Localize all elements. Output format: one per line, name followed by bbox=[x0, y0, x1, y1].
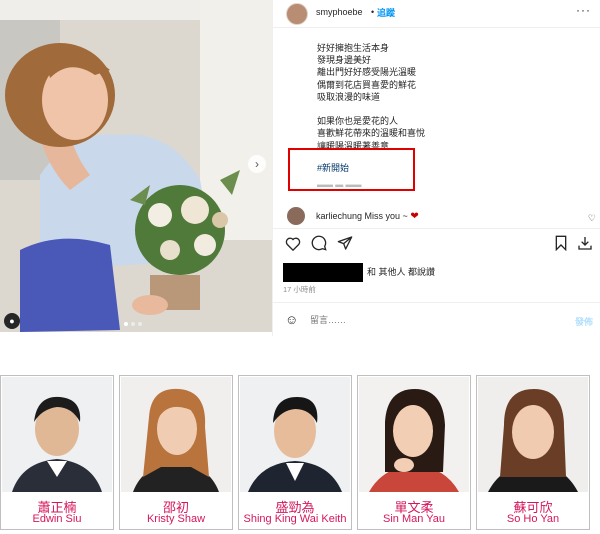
user-tag-icon[interactable]: ● bbox=[4, 313, 20, 329]
post-timestamp[interactable]: 17 小時前 bbox=[283, 284, 316, 295]
comment-text: Miss you ~ bbox=[364, 211, 408, 221]
caption-line: 喜歡鮮花帶來的溫暖和喜悅 bbox=[317, 128, 426, 139]
cast-portrait bbox=[121, 377, 231, 492]
cast-portrait bbox=[240, 377, 350, 492]
likes-line: 和 其他人 都說讚 bbox=[283, 263, 435, 282]
cast-name-english: Shing King Wai Keith bbox=[243, 513, 347, 525]
cast-portrait bbox=[359, 377, 469, 492]
heart-emoji-icon: ❤ bbox=[410, 211, 419, 222]
cast-card[interactable]: 盛勁為 Shing King Wai Keith bbox=[238, 375, 352, 530]
comment-input[interactable] bbox=[310, 315, 530, 325]
carousel-dot bbox=[124, 322, 128, 326]
highlight-box bbox=[288, 148, 415, 191]
username[interactable]: smyphoebe bbox=[316, 7, 363, 17]
post-header: smyphoebe • 追蹤 ··· bbox=[273, 0, 600, 26]
cast-name-english: Kristy Shaw bbox=[146, 513, 206, 525]
carousel-dot bbox=[138, 322, 142, 326]
caption-line: 偶爾到花店買喜愛的鮮花 bbox=[317, 79, 417, 90]
more-options-icon[interactable]: ··· bbox=[576, 3, 591, 17]
caption-line: 好好擁抱生活本身 bbox=[317, 43, 390, 53]
post-comment-button[interactable]: 發佈 bbox=[575, 315, 593, 328]
action-bar bbox=[273, 232, 600, 256]
cast-name-english: Edwin Siu bbox=[32, 513, 82, 525]
divider bbox=[273, 27, 600, 28]
post-side-panel: smyphoebe • 追蹤 ··· 好好擁抱生活本身 發現身邊美好 離出門好好… bbox=[272, 0, 600, 336]
next-photo-button[interactable]: › bbox=[248, 155, 266, 173]
caption-line: 吸取浪漫的味道 bbox=[317, 91, 381, 102]
caption-line: 如果你也是愛花的人 bbox=[317, 116, 399, 127]
likes-text[interactable]: 和 其他人 都說讚 bbox=[367, 267, 435, 277]
bookmark-icon[interactable] bbox=[551, 232, 571, 254]
divider bbox=[273, 302, 600, 303]
cast-name-english: Sin Man Yau bbox=[383, 513, 445, 525]
cast-portrait bbox=[478, 377, 588, 492]
caption-line: 離出門好好感受陽光溫暖 bbox=[317, 67, 417, 78]
cast-name-english: So Ho Yan bbox=[506, 513, 560, 525]
caption-line: 發現身邊美好 bbox=[317, 55, 372, 66]
redacted-name bbox=[283, 263, 363, 282]
cast-strip: 蕭正楠 Edwin Siu 邵初 Kristy Shaw 盛勁為 Shing K… bbox=[0, 375, 600, 534]
comment-username[interactable]: karliechung bbox=[316, 211, 362, 221]
emoji-icon[interactable]: ☺ bbox=[285, 312, 298, 327]
cast-portrait bbox=[2, 377, 112, 492]
download-icon[interactable] bbox=[575, 232, 595, 254]
avatar[interactable] bbox=[286, 3, 308, 25]
header-separator: • bbox=[371, 7, 375, 17]
post-photo[interactable]: › ● bbox=[0, 0, 272, 332]
follow-button[interactable]: 追蹤 bbox=[377, 6, 395, 19]
cast-card[interactable]: 單文柔 Sin Man Yau bbox=[357, 375, 471, 530]
cast-card[interactable]: 邵初 Kristy Shaw bbox=[119, 375, 233, 530]
share-icon[interactable] bbox=[335, 232, 355, 254]
post-photo-illustration bbox=[0, 0, 272, 332]
commenter-avatar[interactable] bbox=[287, 207, 305, 225]
divider bbox=[273, 228, 600, 229]
cast-card[interactable]: 蕭正楠 Edwin Siu bbox=[0, 375, 114, 530]
caption-line bbox=[317, 103, 425, 115]
heart-icon[interactable] bbox=[283, 232, 303, 254]
carousel-dot bbox=[131, 322, 135, 326]
post-caption: 好好擁抱生活本身 發現身邊美好 離出門好好感受陽光溫暖 偶爾到花店買喜愛的鮮花 … bbox=[317, 42, 425, 152]
carousel-indicator bbox=[124, 322, 142, 326]
comment-icon[interactable] bbox=[309, 232, 329, 254]
instagram-post: › ● smyphoebe • 追蹤 ··· 好好擁抱生活本身 發現身邊美好 離… bbox=[0, 0, 600, 336]
comment-like-icon[interactable]: ♡ bbox=[588, 213, 596, 224]
cast-card[interactable]: 蘇可欣 So Ho Yan bbox=[476, 375, 590, 530]
comment: karliechung Miss you ~ ❤ bbox=[316, 211, 419, 222]
